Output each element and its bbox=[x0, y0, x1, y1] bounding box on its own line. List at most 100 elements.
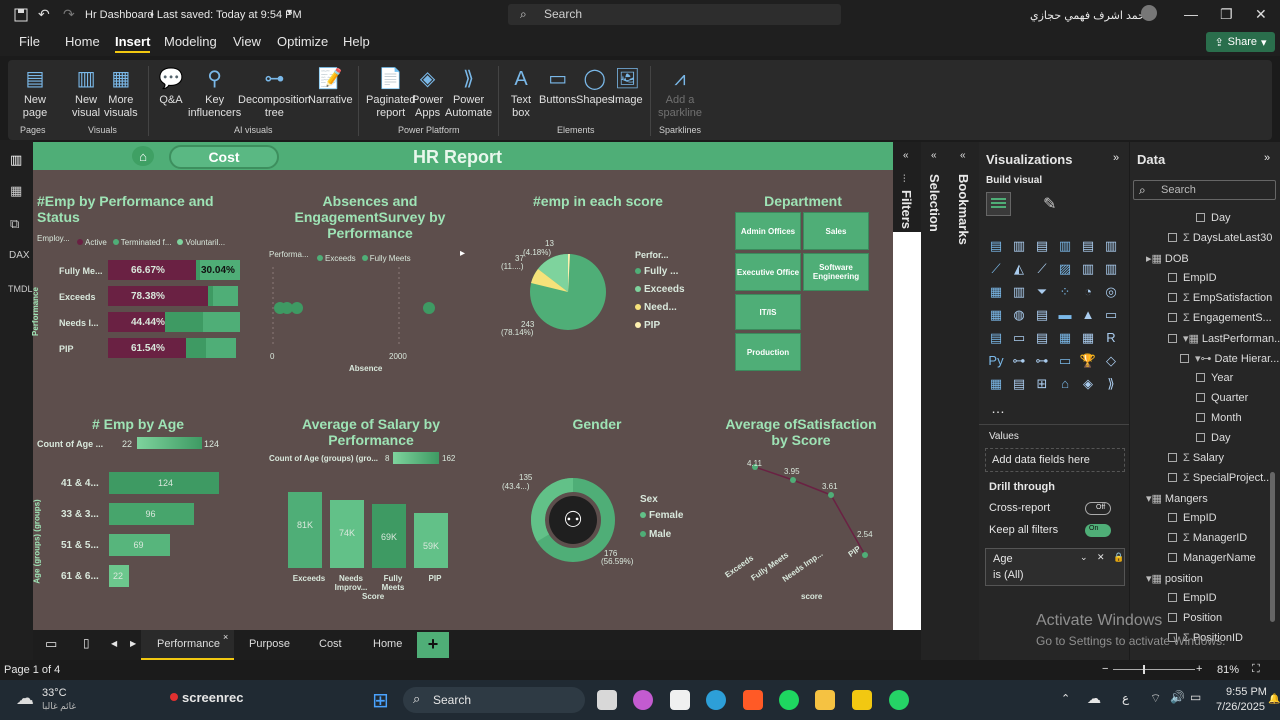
add-page-button[interactable]: + bbox=[417, 632, 449, 658]
visual-type-icon[interactable]: ◇ bbox=[1101, 351, 1121, 371]
visual-type-icon[interactable]: ▥ bbox=[1009, 282, 1029, 302]
dax-view-icon[interactable]: DAX bbox=[9, 250, 30, 261]
minimize-icon[interactable]: — bbox=[1184, 6, 1198, 22]
data-field[interactable]: Day bbox=[1196, 432, 1231, 444]
data-field[interactable]: Month bbox=[1196, 412, 1242, 424]
data-field[interactable]: EmpID bbox=[1168, 592, 1217, 604]
ribbon-button-text[interactable]: A Text box bbox=[508, 66, 534, 120]
copilot-icon[interactable] bbox=[633, 690, 653, 710]
visual-type-icon[interactable]: ◔ bbox=[1078, 282, 1098, 302]
power-bi-icon[interactable] bbox=[852, 690, 872, 710]
data-field[interactable]: Day bbox=[1196, 212, 1231, 224]
chevron-right-icon[interactable]: » bbox=[1264, 152, 1270, 164]
score-pie[interactable] bbox=[528, 252, 608, 332]
visual-type-icon[interactable]: ▤ bbox=[986, 236, 1006, 256]
field-checkbox[interactable] bbox=[1196, 373, 1205, 382]
ribbon-button-power[interactable]: ⟫ Power Automate bbox=[445, 66, 492, 120]
weather-icon[interactable]: ☁ bbox=[16, 688, 34, 709]
field-checkbox[interactable] bbox=[1168, 273, 1177, 282]
visual-type-icon[interactable]: ◎ bbox=[1101, 282, 1121, 302]
data-field[interactable]: Σ ManagerID bbox=[1168, 532, 1247, 544]
ribbon-button-more[interactable]: ▦ More visuals bbox=[104, 66, 138, 120]
legend-item[interactable]: Exceeds bbox=[635, 284, 685, 295]
visual-type-icon[interactable]: R bbox=[1101, 328, 1121, 348]
share-button[interactable]: ⇪ Share ▾ bbox=[1206, 32, 1275, 52]
data-field[interactable]: Σ SpecialProject... bbox=[1168, 472, 1272, 484]
tab-home[interactable]: Home bbox=[373, 638, 402, 650]
mobile-layout-icon[interactable]: ▯ bbox=[83, 636, 90, 650]
field-list-scrollbar[interactable] bbox=[1270, 472, 1275, 622]
data-field[interactable]: Σ EngagementS... bbox=[1168, 312, 1272, 324]
taskbar-search[interactable]: ⌕ Search bbox=[403, 687, 585, 713]
visual-type-icon[interactable]: ▥ bbox=[1009, 236, 1029, 256]
edge-icon[interactable] bbox=[706, 690, 726, 710]
line-point[interactable] bbox=[828, 492, 834, 498]
chevron-down-icon[interactable]: ▾ bbox=[287, 7, 292, 18]
field-checkbox[interactable] bbox=[1168, 293, 1177, 302]
ribbon-button-shapes[interactable]: ◯ Shapes bbox=[576, 66, 613, 107]
visual-type-icon[interactable]: ▦ bbox=[1078, 328, 1098, 348]
zoom-thumb[interactable] bbox=[1143, 665, 1145, 674]
selection-label[interactable]: Selection bbox=[927, 174, 942, 232]
visual-type-icon[interactable]: Py bbox=[986, 351, 1006, 371]
data-field[interactable]: ManagerName bbox=[1168, 552, 1256, 564]
legend-item[interactable]: Fully ... bbox=[635, 266, 685, 277]
field-checkbox[interactable] bbox=[1168, 593, 1177, 602]
spotify-icon[interactable] bbox=[779, 690, 799, 710]
perf-bar-segment[interactable] bbox=[165, 312, 203, 332]
data-field[interactable]: ▸▦ DOB bbox=[1146, 252, 1189, 265]
scatter-point[interactable] bbox=[423, 302, 435, 314]
desktop-layout-icon[interactable]: ▭ bbox=[45, 636, 57, 652]
data-field[interactable]: Year bbox=[1196, 372, 1233, 384]
visual-type-icon[interactable]: ▥ bbox=[1078, 259, 1098, 279]
keep-filters-toggle[interactable]: On bbox=[1085, 524, 1111, 537]
data-field[interactable]: ▾▦ position bbox=[1146, 572, 1203, 585]
chevron-right-icon[interactable]: » bbox=[1113, 152, 1119, 164]
ribbon-button-buttons[interactable]: ▭ Buttons bbox=[539, 66, 576, 107]
visual-type-icon[interactable]: ⁘ bbox=[1055, 282, 1075, 302]
brave-icon[interactable] bbox=[743, 690, 763, 710]
data-field[interactable]: Σ DaysLateLast30 bbox=[1168, 232, 1272, 244]
onedrive-icon[interactable]: ☁ bbox=[1087, 690, 1101, 707]
department-tile[interactable]: Software Engineering bbox=[803, 253, 869, 291]
zoom-in-icon[interactable]: + bbox=[1196, 663, 1202, 675]
visual-type-icon[interactable]: ▤ bbox=[1009, 374, 1029, 394]
visual-type-icon[interactable]: ▭ bbox=[1009, 328, 1029, 348]
field-checkbox[interactable] bbox=[1168, 453, 1177, 462]
visual-type-icon[interactable]: ◭ bbox=[1009, 259, 1029, 279]
bookmarks-strip[interactable]: « Bookmarks bbox=[950, 142, 979, 660]
legend-item[interactable]: Terminated f... bbox=[112, 238, 171, 247]
visual-type-icon[interactable]: ⊶ bbox=[1032, 351, 1052, 371]
department-tile[interactable]: Executive Office bbox=[735, 253, 801, 291]
home-icon[interactable]: ⌂ bbox=[132, 146, 154, 166]
salary-column[interactable] bbox=[288, 492, 322, 568]
field-checkbox[interactable] bbox=[1168, 613, 1177, 622]
visual-type-icon[interactable]: ▦ bbox=[986, 374, 1006, 394]
zoom-out-icon[interactable]: − bbox=[1102, 663, 1108, 675]
zoom-slider[interactable] bbox=[1113, 669, 1195, 670]
last-saved[interactable]: • Last saved: Today at 9:54 PM bbox=[150, 9, 302, 21]
field-checkbox[interactable] bbox=[1168, 533, 1177, 542]
build-visual-tab[interactable] bbox=[986, 192, 1011, 216]
data-field[interactable]: ▾⊶ Date Hierar... bbox=[1180, 352, 1279, 365]
field-checkbox[interactable] bbox=[1180, 354, 1189, 363]
battery-icon[interactable]: ▭ bbox=[1190, 690, 1201, 704]
wifi-icon[interactable]: ⌔ bbox=[1150, 691, 1161, 706]
menu-modeling[interactable]: Modeling bbox=[164, 34, 217, 49]
add-fields-well[interactable]: Add data fields here bbox=[985, 448, 1125, 472]
legend-item[interactable]: Exceeds bbox=[317, 254, 356, 263]
visual-type-icon[interactable]: ▦ bbox=[986, 305, 1006, 325]
visual-type-icon[interactable]: ◈ bbox=[1078, 374, 1098, 394]
lock-icon[interactable]: 🔒 bbox=[1113, 552, 1124, 563]
data-field[interactable]: Σ EmpSatisfaction bbox=[1168, 292, 1272, 304]
data-field[interactable]: ▾▦ LastPerforman... bbox=[1168, 332, 1280, 345]
field-checkbox[interactable] bbox=[1168, 334, 1177, 343]
data-field[interactable]: EmpID bbox=[1168, 272, 1217, 284]
department-tile[interactable]: Production bbox=[735, 333, 801, 371]
tmdl-view-icon[interactable]: TMDL bbox=[8, 284, 33, 294]
legend-item[interactable]: Male bbox=[640, 529, 683, 540]
data-field[interactable]: Position bbox=[1168, 612, 1222, 624]
ribbon-button-new[interactable]: ▤ New page bbox=[22, 66, 48, 120]
model-view-icon[interactable]: ⧉ bbox=[10, 216, 19, 232]
visual-type-icon[interactable]: ⊞ bbox=[1032, 374, 1052, 394]
